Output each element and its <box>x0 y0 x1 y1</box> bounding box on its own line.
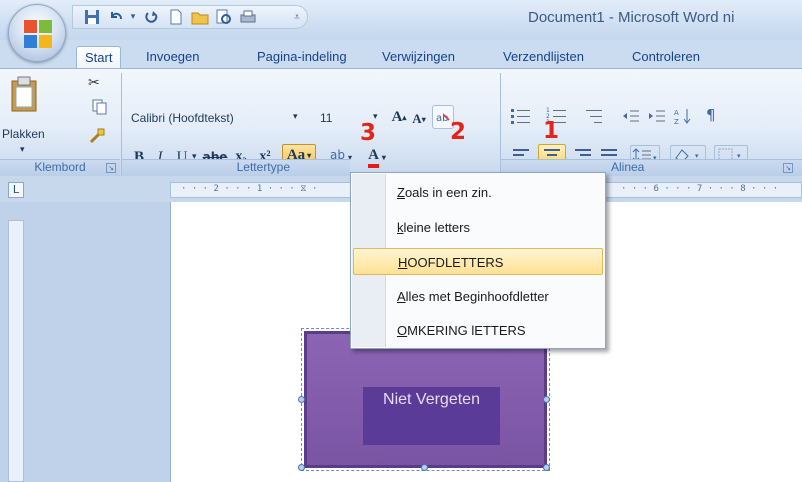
customize-qat-icon[interactable]: ⩡ <box>290 6 304 28</box>
office-button[interactable] <box>8 4 66 62</box>
clipboard-launcher-icon[interactable]: ↘ <box>106 163 116 173</box>
document-left-margin <box>0 202 170 482</box>
shrink-font-button[interactable]: A ▾ <box>410 108 428 130</box>
step-marker-1: 1 <box>543 118 560 144</box>
new-document-icon[interactable] <box>164 6 188 28</box>
font-name-dropdown-icon[interactable]: ▾ <box>293 112 298 122</box>
undo-dropdown-icon[interactable]: ▾ <box>128 6 138 28</box>
print-icon[interactable] <box>236 6 260 28</box>
tab-invoegen[interactable]: Invoegen <box>138 46 208 69</box>
svg-text:A: A <box>674 109 679 117</box>
tab-verwijzingen[interactable]: Verwijzingen <box>374 46 463 69</box>
bullets-icon[interactable] <box>510 107 532 125</box>
cut-icon[interactable]: ✂ <box>88 75 100 91</box>
tab-pagina-indeling[interactable]: Pagina-indeling <box>249 46 355 69</box>
repeat-icon[interactable] <box>140 6 164 28</box>
resize-handle-bottom[interactable] <box>421 464 428 471</box>
vertical-ruler[interactable] <box>8 220 24 482</box>
paste-dropdown-icon[interactable]: ▾ <box>20 145 25 155</box>
menu-item-lowercase[interactable]: kleine letters <box>353 214 603 241</box>
office-logo-icon <box>24 20 52 48</box>
ribbon: Plakken ▾ ✂ Klembord ↘ Calibri (Hoofdtek… <box>0 68 802 177</box>
save-icon[interactable] <box>80 6 104 28</box>
font-name-field[interactable]: Calibri (Hoofdtekst) <box>127 109 305 129</box>
paragraph-launcher-icon[interactable]: ↘ <box>783 163 793 173</box>
resize-handle-bottom-right[interactable] <box>543 464 550 471</box>
open-folder-icon[interactable] <box>188 6 212 28</box>
copy-icon[interactable] <box>92 99 108 115</box>
svg-text:Z: Z <box>674 118 679 125</box>
ruler-left-marks: · · · 2 · · · 1 · · · ⧖ · <box>181 184 318 194</box>
tab-start[interactable]: Start <box>76 46 122 70</box>
tab-selector[interactable]: L <box>8 182 24 198</box>
resize-handle-bottom-left[interactable] <box>298 464 305 471</box>
decrease-indent-icon[interactable] <box>622 107 640 125</box>
sort-icon[interactable]: AZ <box>674 107 694 126</box>
undo-icon[interactable] <box>104 6 128 28</box>
menu-item-capitalize-each-word[interactable]: Alles met Beginhoofdletter <box>353 283 603 310</box>
multilevel-list-icon[interactable] <box>582 107 606 125</box>
tab-controleren[interactable]: Controleren <box>624 46 708 69</box>
ruler-right-marks: · · · 6 · · · 7 · · · 8 · · · <box>621 184 779 194</box>
group-label-lettertype: Lettertype <box>122 159 350 177</box>
format-painter-icon[interactable] <box>88 127 106 145</box>
ribbon-tabs: Start Invoegen Pagina-indeling Verwijzin… <box>0 40 802 70</box>
font-color-button[interactable]: A ▾ <box>362 146 392 168</box>
menu-item-uppercase[interactable]: HOOFDLETTERS <box>353 248 603 275</box>
shape-text[interactable]: Niet Vergeten <box>363 391 500 409</box>
change-case-menu: Zoals in een zin. kleine letters HOOFDLE… <box>350 172 606 349</box>
resize-handle-right[interactable] <box>543 396 550 403</box>
grow-font-button[interactable]: A ▴ <box>389 106 409 128</box>
window-title: Document1 - Microsoft Word ni <box>528 9 735 26</box>
paste-icon[interactable] <box>6 75 42 115</box>
menu-item-toggle-case[interactable]: OMKERING lETTERS <box>353 317 603 344</box>
font-size-field[interactable]: 11 <box>316 109 362 129</box>
paste-button[interactable]: Plakken <box>2 127 45 141</box>
print-preview-icon[interactable] <box>212 6 236 28</box>
resize-handle-left[interactable] <box>298 396 305 403</box>
increase-indent-icon[interactable] <box>648 107 666 125</box>
tab-verzendlijsten[interactable]: Verzendlijsten <box>495 46 592 69</box>
step-marker-3: 3 <box>360 120 377 146</box>
pilcrow-icon[interactable]: ¶ <box>706 106 724 124</box>
menu-item-sentence-case[interactable]: Zoals in een zin. <box>353 179 603 206</box>
group-label-klembord: Klembord <box>0 159 120 177</box>
step-marker-2: 2 <box>450 119 467 145</box>
